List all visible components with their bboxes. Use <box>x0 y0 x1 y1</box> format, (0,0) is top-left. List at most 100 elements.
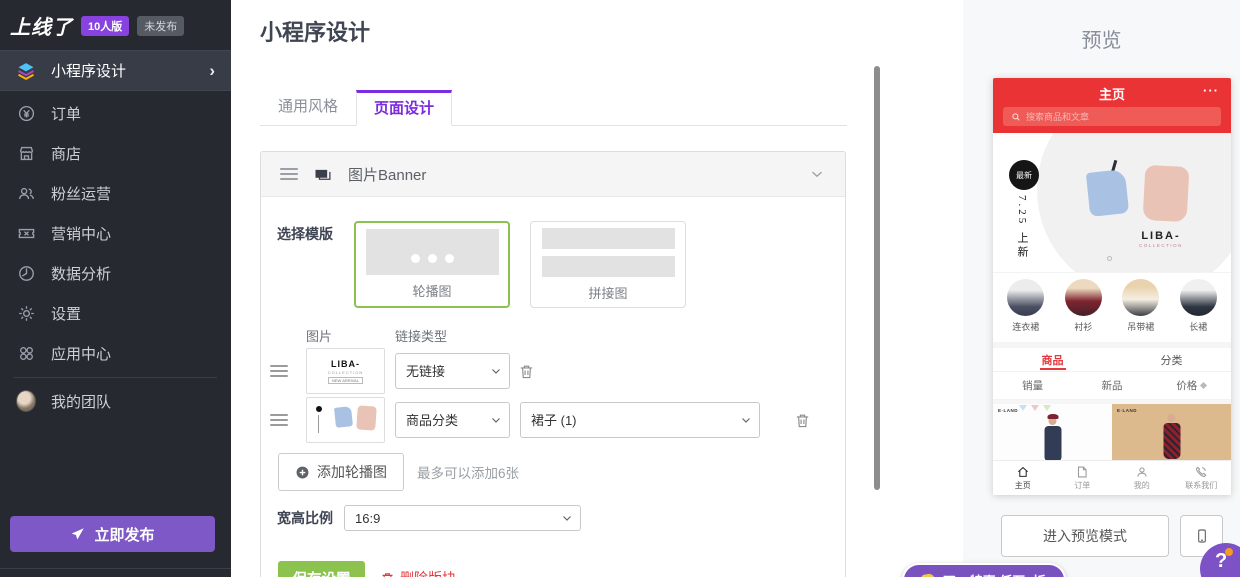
phone-products-block[interactable]: E·LAND E·LAND <box>993 400 1231 460</box>
tab-general-style[interactable]: 通用风格 <box>260 89 356 125</box>
template-select-row: 选择模版 轮播图 拼接图 <box>277 221 829 308</box>
collapse-chevron-icon[interactable] <box>808 165 826 183</box>
sidebar-item-team[interactable]: 我的团队 <box>0 381 231 421</box>
column-image: 图片 <box>306 326 395 345</box>
preview-panel: 预览 主页 ··· 搜索商品和文章 最新 7.25 上新 <box>963 0 1240 577</box>
tab-categories: 分类 <box>1112 348 1231 371</box>
sidebar-item-store[interactable]: 商店 <box>0 133 231 173</box>
link-type-select[interactable]: 商品分类 <box>395 402 510 438</box>
drag-handle-icon[interactable] <box>270 414 288 426</box>
link-type-select-wrap: 无链接 <box>395 353 510 389</box>
banner-badge: 最新 <box>1009 160 1039 190</box>
store-icon <box>16 143 36 163</box>
category-image <box>1065 279 1102 316</box>
delete-image-button[interactable] <box>518 363 535 380</box>
vertical-scrollbar[interactable] <box>874 66 880 490</box>
save-settings-button[interactable]: 保存设置 <box>278 561 365 577</box>
block-actions-row: 保存设置 删除版块 <box>278 561 829 577</box>
template-carousel[interactable]: 轮播图 <box>354 221 510 308</box>
aspect-ratio-select[interactable]: 16:9 <box>344 505 581 531</box>
app-logo: 上线了 <box>10 11 73 40</box>
order-doc-icon <box>1075 465 1089 479</box>
bunting-decoration <box>1019 405 1051 411</box>
banner-block-header[interactable]: 图片Banner <box>261 152 845 197</box>
tab-products: 商品 <box>993 348 1112 371</box>
template-option-label: 轮播图 <box>412 281 451 300</box>
banner-block-panel: 图片Banner 选择模版 轮播图 拼接图 <box>260 151 846 577</box>
search-placeholder: 搜索商品和文章 <box>1026 110 1089 123</box>
sidebar-item-label: 设置 <box>51 303 81 324</box>
link-type-select[interactable]: 无链接 <box>395 353 510 389</box>
phone-banner-block[interactable]: 最新 7.25 上新 LIBA- COLLECTION <box>993 133 1231 272</box>
category-item: 衬衫 <box>1055 279 1113 333</box>
product-image: E·LAND <box>1112 404 1231 460</box>
phone-header-block[interactable]: 主页 ··· 搜索商品和文章 <box>993 78 1231 133</box>
category-item: 连衣裙 <box>997 279 1055 333</box>
sidebar: 上线了 10人版 未发布 小程序设计 › 订单 <box>0 0 231 577</box>
link-target-select-wrap: 裙子 (1) <box>520 402 760 438</box>
layers-icon <box>16 61 36 81</box>
category-item: 长裙 <box>1170 279 1228 333</box>
sidebar-item-label: 数据分析 <box>51 263 111 284</box>
sidebar-item-label: 粉丝运营 <box>51 183 111 204</box>
phone-bottom-nav[interactable]: 主页 订单 我的 联系 <box>993 460 1231 495</box>
search-icon <box>1011 112 1021 122</box>
template-splice[interactable]: 拼接图 <box>530 221 686 308</box>
sort-sales: 销量 <box>993 378 1072 393</box>
sidebar-menu: 小程序设计 › 订单 商店 粉丝运营 <box>0 50 231 421</box>
carousel-indicator-dot <box>1107 256 1112 261</box>
link-type-select-wrap: 商品分类 <box>395 402 510 438</box>
sidebar-item-label: 订单 <box>51 103 81 124</box>
preview-title: 预览 <box>963 24 1240 53</box>
drag-handle-icon[interactable] <box>270 365 288 377</box>
user-icon <box>1135 465 1149 479</box>
category-image <box>1180 279 1217 316</box>
phone-product-tabs[interactable]: 商品 分类 <box>993 342 1231 372</box>
status-badge: 未发布 <box>137 16 184 36</box>
chevron-right-icon: › <box>209 61 215 81</box>
publish-button-label: 立即发布 <box>94 524 154 545</box>
tab-page-design[interactable]: 页面设计 <box>356 90 452 126</box>
notification-dot <box>1225 548 1233 556</box>
order-icon <box>16 103 36 123</box>
enter-preview-mode-button[interactable]: 进入预览模式 <box>1001 515 1169 557</box>
delete-block-button[interactable]: 删除版块 <box>380 568 456 577</box>
sidebar-divider <box>14 377 217 378</box>
sidebar-item-settings[interactable]: 设置 <box>0 293 231 333</box>
sidebar-item-label: 营销中心 <box>51 223 111 244</box>
delete-image-button[interactable] <box>794 412 811 429</box>
sidebar-item-apps[interactable]: 应用中心 <box>0 333 231 373</box>
phone-sort-tabs[interactable]: 销量 新品 价格 <box>993 372 1231 400</box>
category-image <box>1007 279 1044 316</box>
add-carousel-button[interactable]: 添加轮播图 <box>278 453 404 491</box>
plan-badge: 10人版 <box>81 16 129 36</box>
nav-home: 主页 <box>993 465 1053 491</box>
phone-search-bar: 搜索商品和文章 <box>1003 107 1221 126</box>
thumb-brand-text: LIBA- <box>331 359 360 369</box>
banner-thumbnail[interactable]: LIBA- COLLECTION NEW ARRIVAL <box>306 348 385 394</box>
sidebar-item-miniprogram-design[interactable]: 小程序设计 › <box>0 50 231 91</box>
clothing-decoration <box>1143 165 1190 222</box>
drag-handle-icon[interactable] <box>280 168 298 180</box>
banner-thumbnail[interactable] <box>306 397 385 443</box>
sidebar-item-orders[interactable]: 订单 <box>0 93 231 133</box>
sidebar-item-marketing[interactable]: 营销中心 <box>0 213 231 253</box>
sort-icon <box>1200 382 1207 389</box>
template-label: 选择模版 <box>277 221 354 308</box>
phone-preview[interactable]: 主页 ··· 搜索商品和文章 最新 7.25 上新 LIBA- <box>993 78 1231 495</box>
publish-button[interactable]: 立即发布 <box>10 516 215 552</box>
splice-thumbnail <box>542 228 675 277</box>
thumb-sub-text: COLLECTION <box>328 370 364 375</box>
carousel-thumbnail <box>366 229 499 275</box>
promo-banner[interactable]: 双11特惠 低至4折 <box>902 563 1066 577</box>
phone-page-title: 主页 <box>1099 84 1125 103</box>
sort-new: 新品 <box>1072 378 1151 393</box>
phone-categories-block[interactable]: 连衣裙 衬衫 吊带裙 长裙 <box>993 272 1231 342</box>
sidebar-item-fans[interactable]: 粉丝运营 <box>0 173 231 213</box>
block-title: 图片Banner <box>348 164 426 185</box>
category-image <box>1122 279 1159 316</box>
sidebar-item-analytics[interactable]: 数据分析 <box>0 253 231 293</box>
sidebar-item-label: 商店 <box>51 143 81 164</box>
image-list-header: 图片 链接类型 <box>277 326 829 345</box>
link-target-select[interactable]: 裙子 (1) <box>520 402 760 438</box>
